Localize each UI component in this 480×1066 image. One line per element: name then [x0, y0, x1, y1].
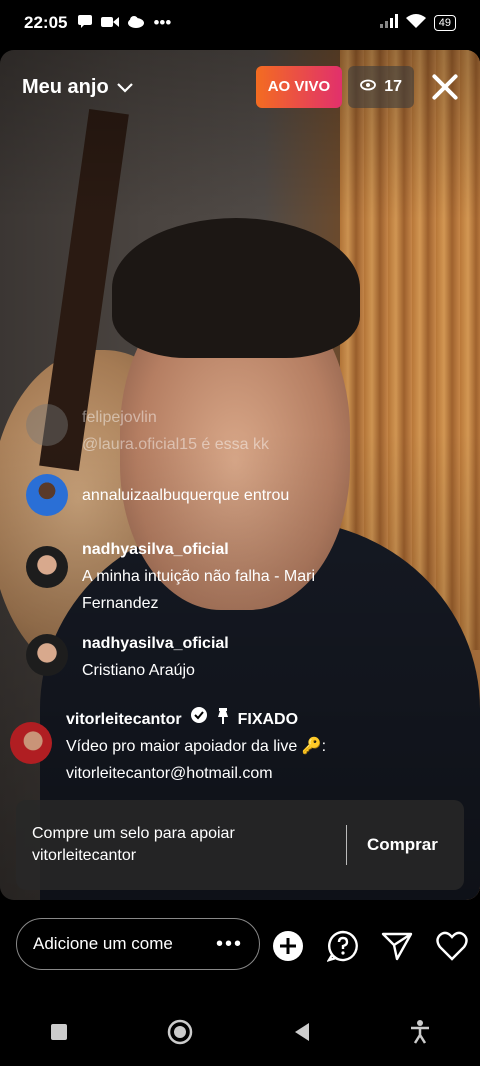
- avatar: [10, 722, 52, 764]
- comment-username: felipejovlin: [82, 409, 157, 426]
- stream-title: Meu anjo: [22, 75, 109, 98]
- comment-text: A minha intuição não falha - Mari Fernan…: [82, 568, 316, 612]
- status-bar: 22:05 ••• 49: [0, 0, 480, 46]
- avatar: [26, 474, 68, 516]
- message-icon: [77, 13, 93, 33]
- notification-icons: •••: [77, 13, 171, 33]
- avatar: [26, 404, 68, 446]
- more-notifications-icon: •••: [153, 13, 172, 32]
- action-bar: [270, 924, 470, 968]
- question-icon[interactable]: [325, 928, 361, 964]
- signal-icon: [379, 13, 398, 33]
- chevron-down-icon: [116, 76, 133, 99]
- pinned-text: Vídeo pro maior apoiador da live 🔑:: [66, 738, 327, 755]
- verified-badge-icon: [190, 706, 208, 733]
- divider: [346, 825, 347, 865]
- comment-item: annaluizaalbuquerque entrou: [26, 474, 460, 516]
- pinned-comment: vitorleitecantor FIXADO Vídeo pro maior …: [10, 706, 460, 787]
- wifi-icon: [405, 13, 426, 33]
- live-header: Meu anjo AO VIVO 17: [22, 64, 460, 110]
- system-nav-bar: [0, 1010, 480, 1058]
- comment-item: nadhyasilva_oficial A minha intuição não…: [26, 536, 460, 617]
- comment-item: nadhyasilva_oficial Cristiano Araújo: [26, 630, 460, 684]
- comment-item: felipejovlin @laura.oficial15 é essa kk: [26, 404, 460, 458]
- accessibility-icon[interactable]: [410, 1019, 430, 1049]
- support-badge-panel: Compre um selo para apoiar vitorleitecan…: [16, 800, 464, 890]
- comment-username[interactable]: nadhyasilva_oficial: [82, 536, 382, 563]
- viewer-count: 17: [384, 78, 402, 95]
- battery-icon: 49: [433, 15, 456, 31]
- pinned-username[interactable]: vitorleitecantor: [66, 706, 182, 733]
- support-message: Compre um selo para apoiar vitorleitecan…: [32, 825, 235, 864]
- close-icon[interactable]: [430, 72, 460, 102]
- recent-apps-icon[interactable]: [50, 1023, 68, 1046]
- avatar: [26, 546, 68, 588]
- eye-icon: [360, 78, 377, 96]
- comment-text: Cristiano Araújo: [82, 662, 195, 679]
- live-badge: AO VIVO: [255, 66, 343, 108]
- pinned-email[interactable]: vitorleitecantor@hotmail.com: [66, 760, 326, 787]
- heart-icon[interactable]: [434, 928, 470, 964]
- status-time: 22:05: [24, 13, 68, 32]
- viewer-count-badge[interactable]: 17: [348, 66, 414, 108]
- avatar: [26, 634, 68, 676]
- pin-icon: [216, 706, 230, 733]
- share-icon[interactable]: [379, 928, 415, 964]
- more-options-icon[interactable]: •••: [216, 933, 243, 956]
- cloud-icon: [127, 13, 145, 33]
- stream-title-dropdown[interactable]: Meu anjo: [22, 76, 133, 99]
- pinned-label: FIXADO: [237, 711, 299, 728]
- comment-input[interactable]: Adicione um come •••: [16, 918, 260, 970]
- back-icon[interactable]: [293, 1022, 311, 1047]
- comment-input-placeholder: Adicione um come: [33, 934, 173, 953]
- video-icon: [101, 13, 120, 33]
- comment-text: @laura.oficial15 é essa kk: [82, 436, 269, 453]
- comment-username[interactable]: nadhyasilva_oficial: [82, 630, 229, 657]
- home-icon[interactable]: [167, 1019, 193, 1050]
- buy-button[interactable]: Comprar: [367, 835, 438, 855]
- add-icon[interactable]: [270, 928, 306, 964]
- join-text: annaluizaalbuquerque entrou: [82, 486, 290, 504]
